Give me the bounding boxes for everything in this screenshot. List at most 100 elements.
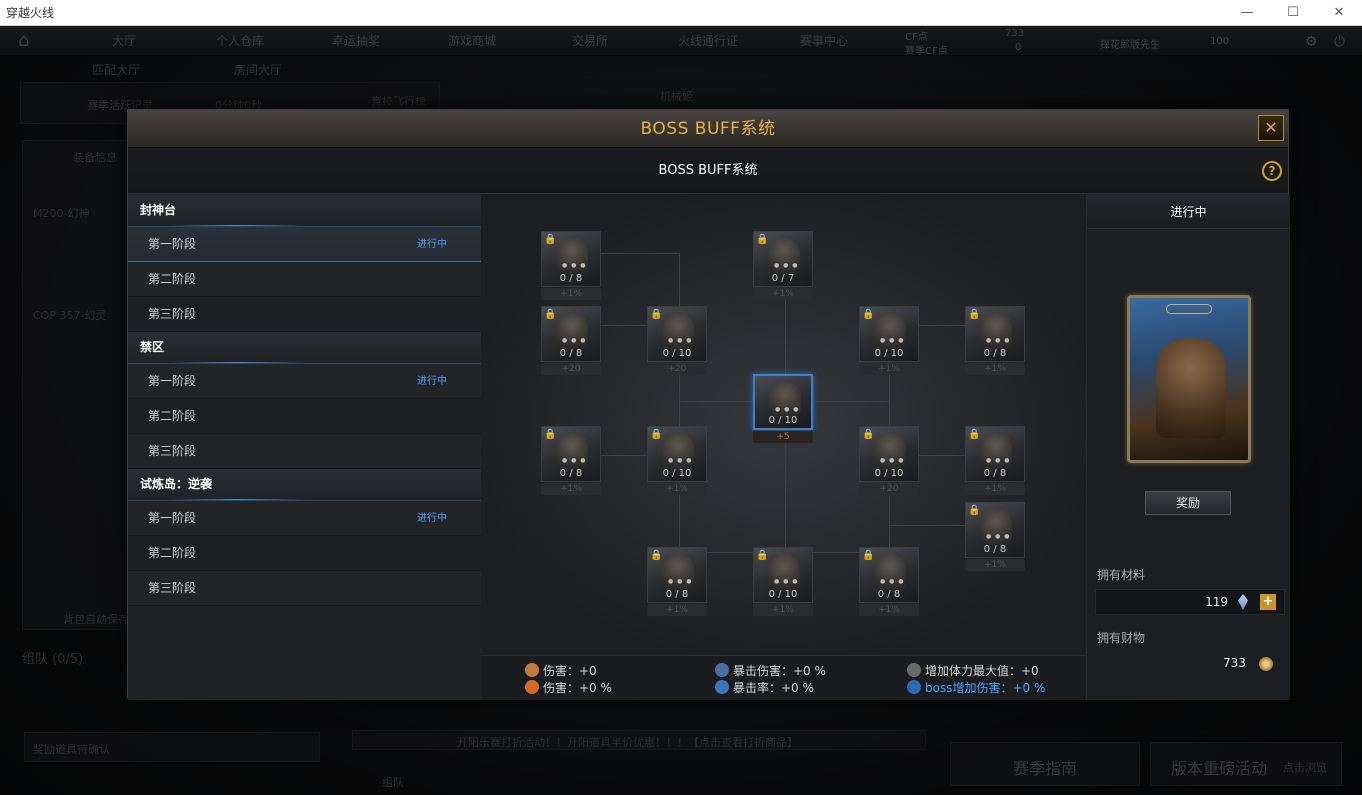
dialog-subtitle: BOSS BUFF系统 (658, 163, 758, 178)
stage-item[interactable]: 第三阶段 (128, 571, 481, 606)
boss-status: 进行中 (1087, 195, 1290, 229)
reward-button[interactable]: 奖励 (1145, 491, 1231, 515)
buff-node-image: 🔒 ● ● ● 0 / 10 (859, 306, 919, 362)
stage-item[interactable]: 第二阶段 (128, 399, 481, 434)
stage-item[interactable]: 第一阶段 进行中 (128, 501, 481, 536)
node-bonus: +1% (859, 604, 919, 616)
boss-panel: 进行中 奖励 拥有材料 119 + 拥有财物 733 (1086, 195, 1290, 700)
node-progress: 0 / 8 (877, 589, 901, 600)
buff-node-image: 🔒 ● ● ● 0 / 10 (647, 306, 707, 362)
node-progress: 0 / 8 (559, 348, 583, 359)
buff-node[interactable]: 🔒 ● ● ● 0 / 8 +1% (965, 426, 1025, 496)
stage-label: 第二阶段 (148, 272, 197, 286)
stat-damage-pct: 伤害：+0 % (525, 679, 612, 696)
node-progress: 0 / 10 (874, 348, 904, 359)
buff-node[interactable]: 🔒 ● ● ● 0 / 8 +1% (965, 306, 1025, 376)
buff-node-image: 🔒 ● ● ● 0 / 10 (859, 426, 919, 482)
stage-item[interactable]: 第一阶段 进行中 (128, 364, 481, 399)
stage-list: 封神台 第一阶段 进行中 第二阶段 第三阶段 禁区 第一阶段 进行中 第二阶段 … (128, 195, 481, 700)
stage-label: 第一阶段 (148, 374, 197, 388)
node-bonus: +1% (541, 288, 601, 300)
buff-stats: 伤害：+0 伤害：+0 % 暴击伤害：+0 % 暴击率：+0 % 增加体力最大值… (481, 655, 1086, 700)
lock-icon: 🔒 (968, 309, 981, 320)
category-shiliandao: 试炼岛：逆袭 (128, 469, 481, 501)
buff-node-current[interactable]: ● ● ● 0 / 10 +5 (753, 374, 813, 444)
lock-icon: 🔒 (544, 429, 557, 440)
buff-node-image: 🔒 ● ● ● 0 / 8 (647, 547, 707, 603)
node-bonus: +5 (753, 431, 813, 443)
node-bonus: +1% (753, 288, 813, 300)
stage-item[interactable]: 第三阶段 (128, 434, 481, 469)
boss-damage-icon (907, 680, 921, 694)
wealth-value: 733 (1223, 656, 1246, 670)
buff-node[interactable]: 🔒 ● ● ● 0 / 10 +20 (647, 306, 707, 376)
node-progress: 0 / 10 (768, 589, 798, 600)
wealth-label: 拥有财物 (1097, 631, 1146, 645)
lock-icon: 🔒 (862, 550, 875, 561)
tree-connector (679, 253, 680, 553)
close-dialog-button[interactable]: ✕ (1258, 115, 1284, 141)
stage-label: 第二阶段 (148, 409, 197, 423)
node-progress: 0 / 8 (559, 468, 583, 479)
buff-tree: 🔒 ● ● ● 0 / 8 +1% 🔒 ● ● ● 0 / 7 +1% 🔒 ● ● ● 0 … (481, 195, 1086, 655)
dialog-header: BOSS BUFF系统 ✕ (128, 110, 1288, 148)
stage-item[interactable]: 第二阶段 (128, 536, 481, 571)
node-bonus: +1% (753, 604, 813, 616)
node-progress: 0 / 8 (665, 589, 689, 600)
materials-label: 拥有材料 (1097, 568, 1146, 582)
node-bonus: +20 (859, 483, 919, 495)
lock-icon: 🔒 (650, 550, 663, 561)
buff-node-image: 🔒 ● ● ● 0 / 10 (753, 547, 813, 603)
coin-icon (1259, 657, 1273, 671)
buff-node[interactable]: 🔒 ● ● ● 0 / 10 +20 (859, 426, 919, 496)
close-window-button[interactable]: ✕ (1316, 0, 1362, 26)
node-bonus: +1% (965, 483, 1025, 495)
buff-node[interactable]: 🔒 ● ● ● 0 / 10 +1% (859, 306, 919, 376)
window-titlebar: 穿越火线 — ☐ ✕ (0, 0, 1362, 26)
node-bonus: +20 (647, 363, 707, 375)
stage-status: 进行中 (417, 513, 447, 524)
node-bonus: +1% (647, 483, 707, 495)
stage-item[interactable]: 第三阶段 (128, 297, 481, 332)
buff-node-image: 🔒 ● ● ● 0 / 8 (965, 426, 1025, 482)
node-bonus: +1% (647, 604, 707, 616)
lock-icon: 🔒 (968, 429, 981, 440)
maximize-button[interactable]: ☐ (1270, 0, 1316, 26)
node-progress: 0 / 8 (983, 348, 1007, 359)
lock-icon: 🔒 (862, 309, 875, 320)
minimize-button[interactable]: — (1224, 0, 1270, 26)
buff-node[interactable]: 🔒 ● ● ● 0 / 8 +20 (541, 306, 601, 376)
buff-node[interactable]: 🔒 ● ● ● 0 / 8 +1% (965, 502, 1025, 572)
lock-icon: 🔒 (756, 550, 769, 561)
sword-icon (525, 663, 539, 677)
stat-crit-damage: 暴击伤害：+0 % (715, 662, 826, 679)
materials-box: 119 + (1095, 589, 1285, 615)
buff-node-image: 🔒 ● ● ● 0 / 8 (541, 306, 601, 362)
lock-icon: 🔒 (650, 429, 663, 440)
category-fengshentai: 封神台 (128, 195, 481, 227)
help-icon[interactable]: ? (1262, 161, 1282, 181)
buff-node[interactable]: 🔒 ● ● ● 0 / 10 +1% (753, 547, 813, 617)
node-progress: 0 / 10 (662, 468, 692, 479)
node-progress: 0 / 8 (983, 468, 1007, 479)
buff-node[interactable]: 🔒 ● ● ● 0 / 10 +1% (647, 426, 707, 496)
buff-node-image: 🔒 ● ● ● 0 / 7 (753, 231, 813, 287)
buff-node-image: 🔒 ● ● ● 0 / 10 (647, 426, 707, 482)
stage-label: 第一阶段 (148, 511, 197, 525)
stat-damage: 伤害：+0 (525, 662, 597, 679)
buff-node[interactable]: 🔒 ● ● ● 0 / 8 +1% (647, 547, 707, 617)
stage-status: 进行中 (417, 376, 447, 387)
add-materials-button[interactable]: + (1260, 594, 1276, 610)
stage-item[interactable]: 第二阶段 (128, 262, 481, 297)
buff-node[interactable]: 🔒 ● ● ● 0 / 8 +1% (541, 231, 601, 301)
stage-label: 第三阶段 (148, 444, 197, 458)
buff-node-image: ● ● ● 0 / 10 (753, 374, 813, 430)
buff-node[interactable]: 🔒 ● ● ● 0 / 8 +1% (859, 547, 919, 617)
buff-node[interactable]: 🔒 ● ● ● 0 / 8 +1% (541, 426, 601, 496)
buff-node-image: 🔒 ● ● ● 0 / 8 (541, 426, 601, 482)
lock-icon: 🔒 (650, 309, 663, 320)
buff-node[interactable]: 🔒 ● ● ● 0 / 7 +1% (753, 231, 813, 301)
stage-item[interactable]: 第一阶段 进行中 (128, 227, 481, 262)
category-jinqu: 禁区 (128, 332, 481, 364)
stat-max-hp: 增加体力最大值：+0 (907, 662, 1039, 679)
